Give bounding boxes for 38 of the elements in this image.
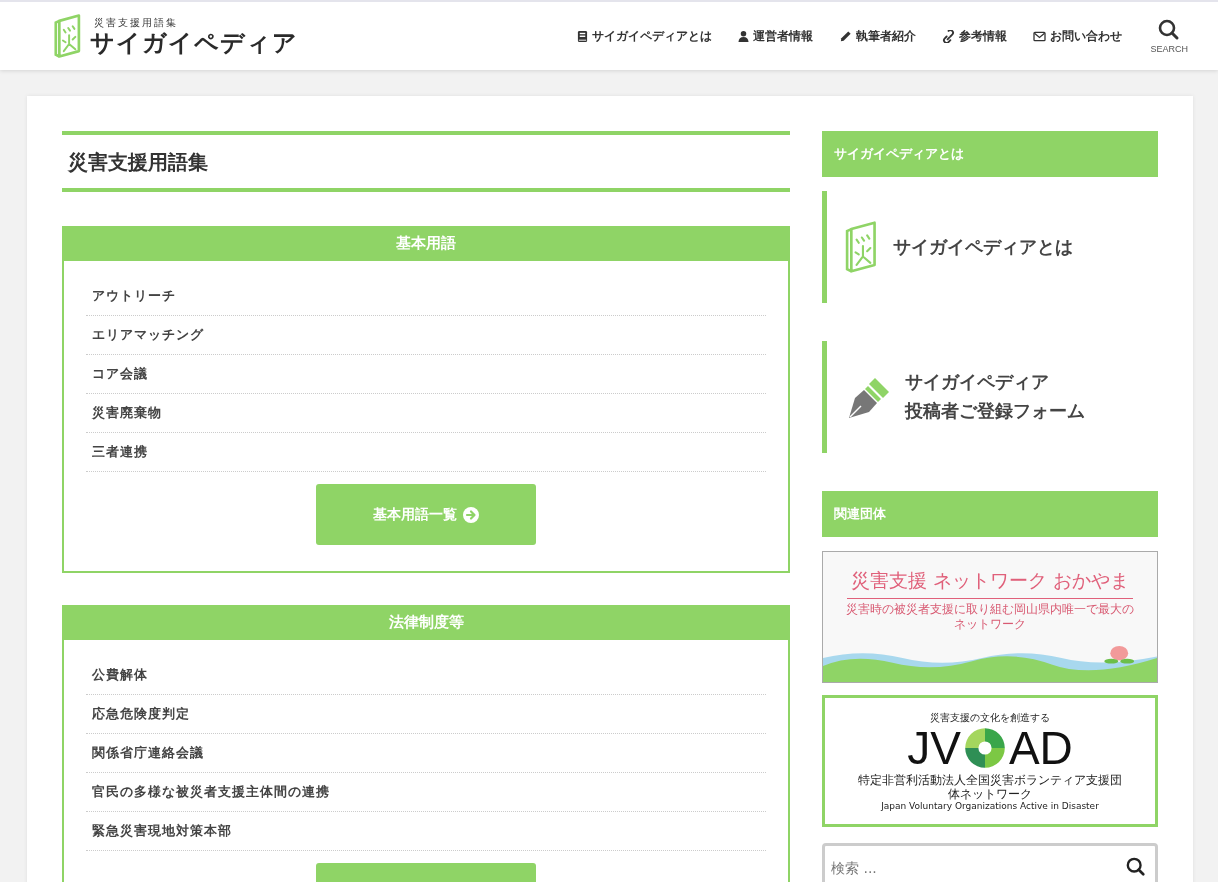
term-link[interactable]: 官民の多様な被災者支援主体間の連携: [86, 773, 766, 812]
banner-text: 投稿者ご登録フォーム: [905, 399, 1085, 423]
nav-link[interactable]: お問い合わせ: [1033, 27, 1123, 45]
term-link[interactable]: 応急危険度判定: [86, 695, 766, 734]
banner-tagline: 災害支援の文化を創造する: [930, 710, 1050, 725]
banner-subtitle: Japan Voluntary Organizations Active in Disaster: [881, 801, 1099, 812]
banner-title: AD: [1008, 724, 1073, 771]
banner-text: サイガイペディア: [905, 370, 1050, 395]
sidebar-heading: サイガイペディアとは: [822, 131, 1158, 177]
nav-link[interactable]: サイガイペディアとは: [577, 27, 713, 45]
form-banner[interactable]: サイガイペディア 投稿者ご登録フォーム: [822, 341, 1158, 453]
term-link[interactable]: 公費解体: [86, 656, 766, 695]
term-link[interactable]: 災害廃棄物: [86, 394, 766, 433]
term-link[interactable]: 緊急災害現地対策本部: [86, 812, 766, 851]
banner-title: JV: [907, 724, 961, 771]
section-heading: 法律制度等: [64, 607, 788, 640]
network-banner[interactable]: 災害支援 ネットワーク おかやま 災害時の被災者支援に取り組む岡山県内唯一で最大のネットワーク: [822, 551, 1158, 683]
nav-link[interactable]: 執筆者紹介: [839, 27, 917, 45]
about-banner[interactable]: サイガイペディアとは: [822, 191, 1158, 303]
banner-text: サイガイペディアとは: [893, 234, 1073, 259]
term-link[interactable]: コア会議: [86, 355, 766, 394]
section-heading: 基本用語: [64, 228, 788, 261]
organization-banner[interactable]: 災害支援の文化を創造する JV AD 特定非営利活動法人全国災害ボランティア支援団体ネットワーク Japan Voluntary Organizations Active in Disaster: [822, 695, 1158, 827]
logo-title[interactable]: サイガイペディア: [90, 29, 298, 57]
nav-link[interactable]: 運営者情報: [738, 27, 814, 45]
banner-subtitle: 特定非営利活動法人全国災害ボランティア支援団体ネットワーク: [857, 772, 1123, 802]
search-field[interactable]: 検索 ...: [822, 843, 1158, 882]
term-link[interactable]: エリアマッチング: [86, 316, 766, 355]
page-title: 災害支援用語集: [62, 131, 790, 192]
term-link[interactable]: アウトリーチ: [86, 277, 766, 316]
term-link[interactable]: 三者連携: [86, 433, 766, 472]
term-link[interactable]: 関係省庁連絡会議: [86, 734, 766, 773]
logo-subtitle: 災害支援用語集: [94, 15, 179, 30]
banner-tagline: 災害時の被災者支援に取り組む岡山県内唯一で最大のネットワーク: [845, 602, 1135, 632]
search-button[interactable]: SEARCH: [1150, 18, 1188, 54]
nav-link[interactable]: 参考情報: [942, 27, 1008, 45]
banner-title: 災害支援 ネットワーク おかやま: [846, 568, 1134, 599]
sidebar-heading: 関連団体: [822, 491, 1158, 537]
